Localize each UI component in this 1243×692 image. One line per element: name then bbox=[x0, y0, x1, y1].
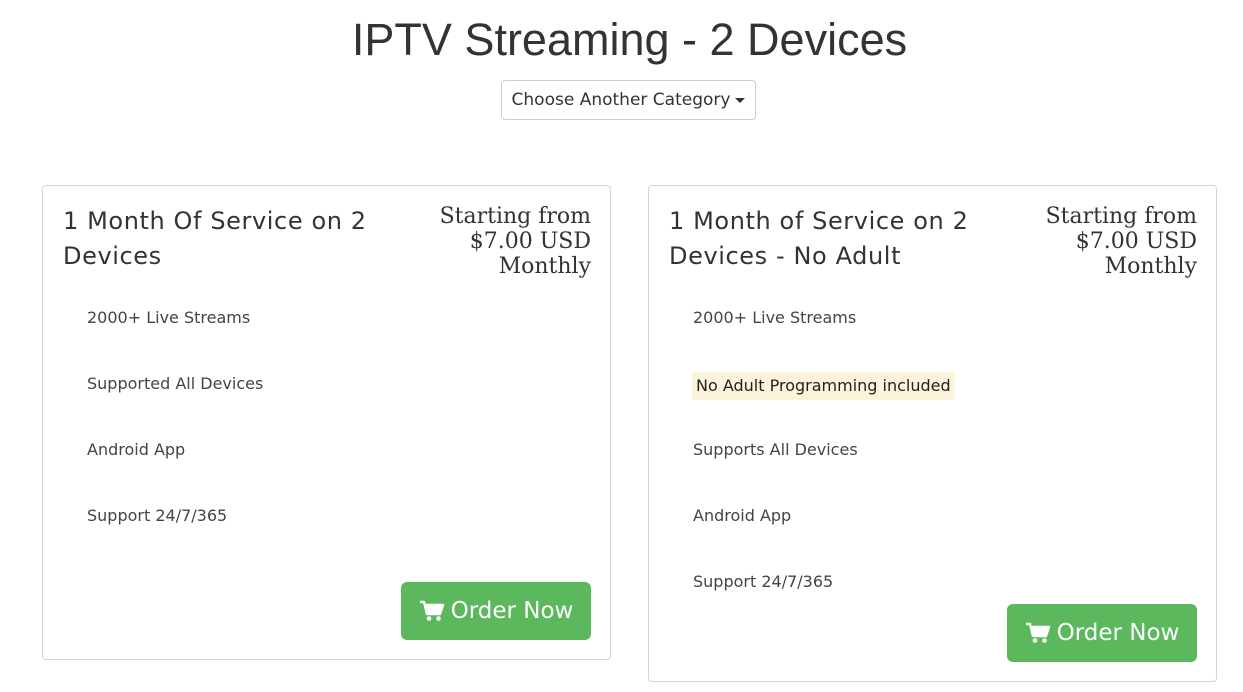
feature-list: 2000+ Live Streams Supported All Devices… bbox=[87, 306, 263, 570]
product-card: 1 Month of Service on 2 Devices - No Adu… bbox=[648, 185, 1217, 682]
shopping-cart-icon bbox=[1025, 622, 1050, 643]
product-title: 1 Month of Service on 2 Devices - No Adu… bbox=[669, 207, 969, 270]
order-now-button[interactable]: Order Now bbox=[1007, 604, 1197, 662]
feature-item: Android App bbox=[87, 440, 186, 459]
category-dropdown-label: Choose Another Category bbox=[511, 90, 731, 110]
feature-item: Support 24/7/365 bbox=[693, 572, 834, 591]
billing-cycle: Monthly bbox=[498, 254, 591, 279]
price-amount: $7.00 USD bbox=[1075, 229, 1197, 254]
price-amount: $7.00 USD bbox=[469, 229, 591, 254]
price-prefix: Starting from bbox=[1045, 204, 1197, 229]
feature-list: 2000+ Live Streams No Adult Programming … bbox=[692, 306, 955, 636]
page-title: IPTV Streaming - 2 Devices bbox=[351, 14, 908, 65]
feature-item: Supports All Devices bbox=[693, 440, 858, 459]
order-now-button[interactable]: Order Now bbox=[401, 582, 591, 640]
feature-item: Support 24/7/365 bbox=[87, 506, 228, 525]
billing-cycle: Monthly bbox=[1104, 254, 1197, 279]
caret-down-icon bbox=[735, 97, 746, 103]
shopping-cart-icon bbox=[419, 600, 444, 621]
feature-item: 2000+ Live Streams bbox=[693, 308, 857, 327]
price-prefix: Starting from bbox=[439, 204, 591, 229]
feature-item-highlighted: No Adult Programming included bbox=[692, 372, 955, 438]
product-price: Starting from $7.00 USD Monthly bbox=[1046, 204, 1197, 279]
product-card: 1 Month Of Service on 2 Devices Starting… bbox=[42, 185, 611, 660]
order-now-label: Order Now bbox=[450, 598, 574, 624]
feature-item: Supported All Devices bbox=[87, 374, 264, 393]
feature-item: Android App bbox=[693, 506, 792, 525]
category-dropdown-button[interactable]: Choose Another Category bbox=[501, 80, 756, 120]
product-title: 1 Month Of Service on 2 Devices bbox=[63, 207, 367, 270]
feature-item: 2000+ Live Streams bbox=[87, 308, 251, 327]
product-price: Starting from $7.00 USD Monthly bbox=[440, 204, 591, 279]
order-now-label: Order Now bbox=[1056, 620, 1180, 646]
